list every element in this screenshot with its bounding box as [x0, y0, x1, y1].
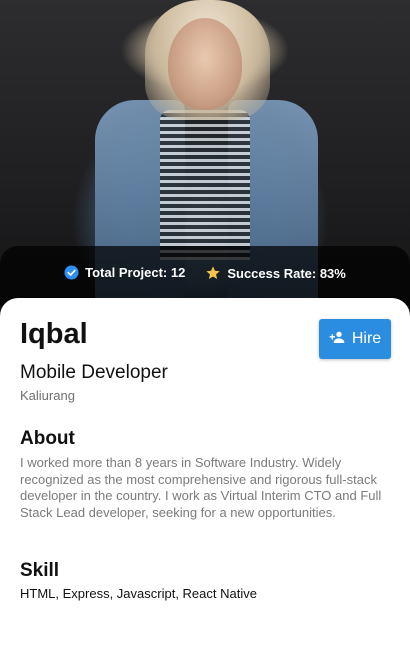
- photo-shirt: [160, 110, 250, 260]
- star-icon: [205, 265, 221, 281]
- hire-button[interactable]: Hire: [319, 319, 391, 359]
- total-project-label: Total Project: 12: [85, 265, 186, 280]
- profile-name: Iqbal: [20, 318, 88, 350]
- verified-check-icon: [64, 265, 79, 280]
- about-heading: About: [20, 428, 75, 449]
- profile-role: Mobile Developer: [20, 362, 168, 383]
- about-text: I worked more than 8 years in Software I…: [20, 455, 382, 520]
- person-add-icon: [329, 330, 345, 349]
- success-rate-label: Success Rate: 83%: [227, 265, 346, 281]
- stats-bar: Total Project: 12 Success Rate: 83%: [0, 246, 410, 306]
- success-rate-stat: Success Rate: 83%: [205, 265, 346, 281]
- skill-heading: Skill: [20, 560, 60, 581]
- photo-face: [168, 18, 242, 110]
- total-project-stat: Total Project: 12: [64, 265, 185, 280]
- profile-location: Kaliurang: [20, 388, 75, 403]
- profile-card: Iqbal Mobile Developer Kaliurang Hire Ab…: [0, 298, 410, 668]
- skill-list: HTML, Express, Javascript, React Native: [20, 586, 257, 601]
- hire-button-label: Hire: [351, 330, 382, 347]
